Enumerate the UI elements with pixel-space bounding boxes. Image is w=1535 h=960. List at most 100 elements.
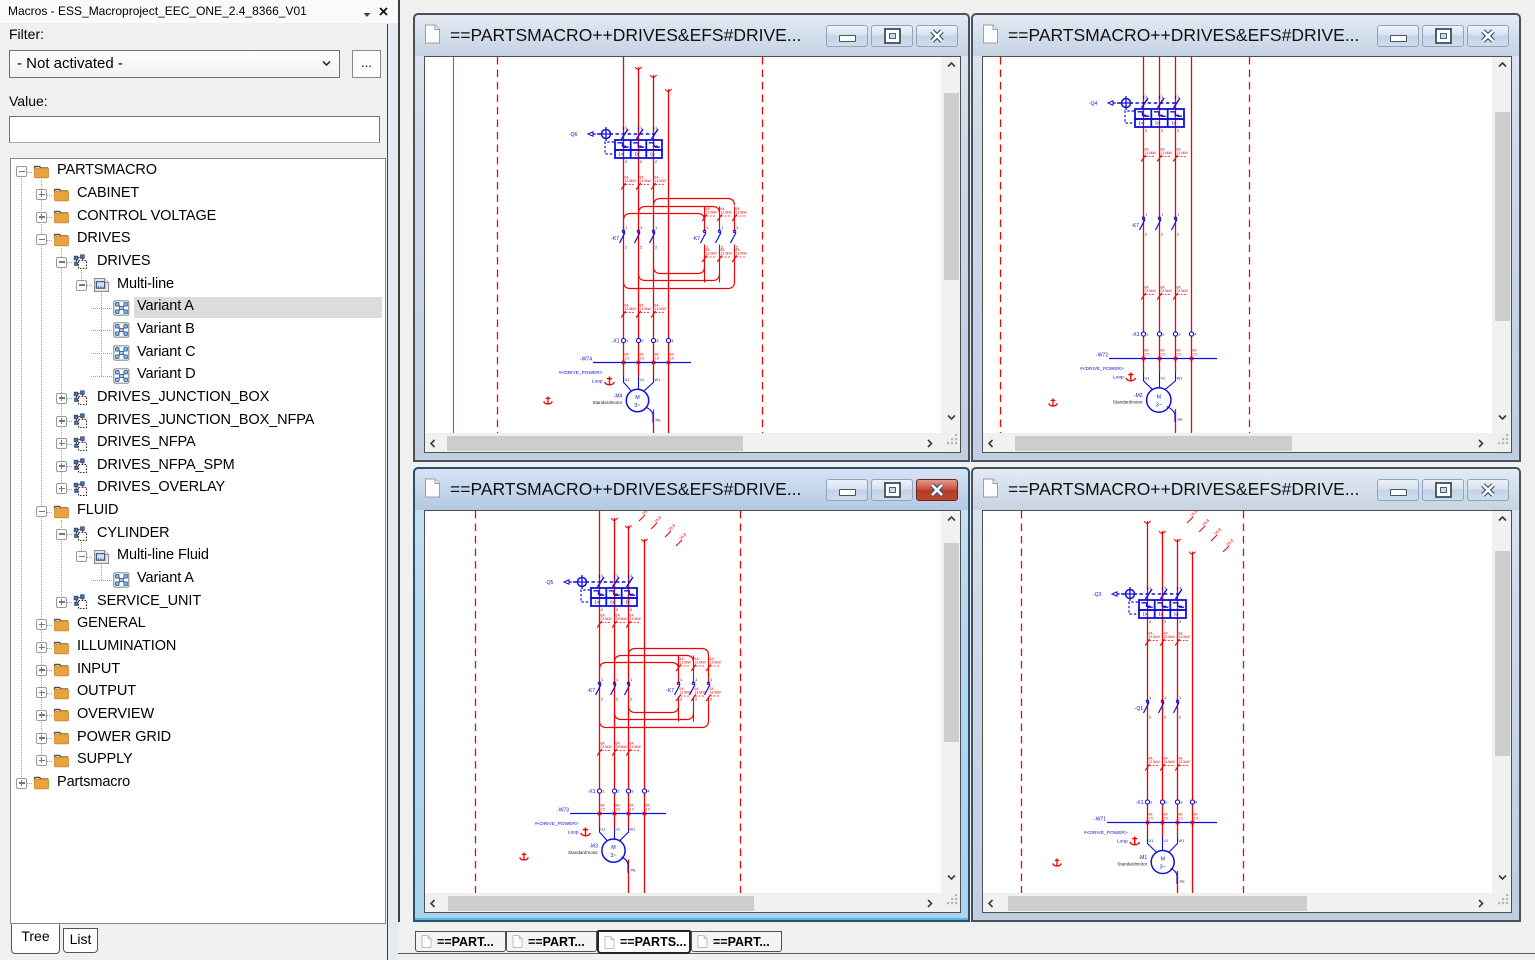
svg-text:M: M bbox=[1157, 395, 1162, 401]
svg-text:Standardmotor: Standardmotor bbox=[1113, 400, 1143, 405]
svg-text:1: 1 bbox=[680, 677, 683, 682]
svg-text:Standardmotor: Standardmotor bbox=[1117, 862, 1147, 867]
svg-text:2.5: 2.5 bbox=[630, 807, 635, 811]
svg-text:#<DRIVE_POWER>: #<DRIVE_POWER> bbox=[535, 821, 579, 827]
svg-text:3~: 3~ bbox=[634, 403, 640, 409]
svg-text:1: 1 bbox=[1179, 695, 1182, 700]
svg-text:-W72: -W72 bbox=[1096, 353, 1108, 359]
svg-text:2: 2 bbox=[601, 697, 604, 702]
svg-text:1: 1 bbox=[601, 677, 604, 682]
svg-text:Loop: Loop bbox=[1113, 375, 1124, 381]
svg-text:4: 4 bbox=[647, 789, 650, 794]
svg-text:13.5kW: 13.5kW bbox=[1179, 635, 1191, 639]
svg-text:13.5kW: 13.5kW bbox=[625, 307, 637, 311]
svg-text:M: M bbox=[1160, 857, 1165, 863]
svg-text:I>: I> bbox=[1155, 121, 1159, 127]
svg-text:2: 2 bbox=[617, 789, 620, 794]
svg-text:13.5kW: 13.5kW bbox=[706, 210, 718, 214]
svg-text:2.5: 2.5 bbox=[625, 356, 630, 360]
svg-text:2: 2 bbox=[1162, 332, 1165, 337]
svg-text:-K7: -K7 bbox=[692, 236, 700, 242]
svg-text:2: 2 bbox=[1161, 232, 1164, 237]
svg-text:U1: U1 bbox=[1149, 839, 1154, 843]
svg-text:1: 1 bbox=[625, 225, 628, 230]
svg-text:13.5kW: 13.5kW bbox=[655, 307, 667, 311]
svg-text:I>: I> bbox=[1172, 121, 1176, 127]
svg-text:I>: I> bbox=[610, 600, 614, 606]
svg-text:2.5: 2.5 bbox=[655, 356, 660, 360]
svg-text:#<DRIVE_POWER>: #<DRIVE_POWER> bbox=[1084, 830, 1128, 836]
svg-text:1: 1 bbox=[1145, 212, 1148, 217]
svg-text:13.5kW: 13.5kW bbox=[640, 307, 652, 311]
svg-text:U1: U1 bbox=[625, 378, 630, 382]
svg-text:2: 2 bbox=[1165, 800, 1168, 805]
svg-text:PE: PE bbox=[1178, 417, 1184, 422]
svg-text:-K7: -K7 bbox=[666, 688, 674, 694]
svg-text:I>: I> bbox=[1143, 612, 1147, 618]
svg-text:I>: I> bbox=[650, 152, 654, 158]
svg-text:4: 4 bbox=[1195, 800, 1198, 805]
svg-text:2: 2 bbox=[655, 245, 658, 250]
svg-text:13.5kW: 13.5kW bbox=[680, 690, 692, 694]
svg-text:13.5kW: 13.5kW bbox=[706, 251, 718, 255]
svg-text:-Q4: -Q4 bbox=[1089, 101, 1098, 107]
svg-text:I>: I> bbox=[619, 152, 623, 158]
svg-text:13.5kW: 13.5kW bbox=[1149, 635, 1161, 639]
svg-text:U1: U1 bbox=[1145, 376, 1150, 380]
svg-text:PE: PE bbox=[1180, 879, 1186, 884]
svg-text:3: 3 bbox=[1180, 800, 1183, 805]
svg-text:2: 2 bbox=[1179, 619, 1182, 624]
svg-text:13.5kW: 13.5kW bbox=[1164, 760, 1176, 764]
svg-text:3: 3 bbox=[1178, 332, 1181, 337]
svg-text:Standardmotor: Standardmotor bbox=[568, 850, 598, 855]
svg-text:-M3: -M3 bbox=[589, 844, 598, 850]
svg-text:05.8: 05.8 bbox=[667, 522, 677, 532]
svg-text:1: 1 bbox=[1149, 695, 1152, 700]
svg-text:05.8: 05.8 bbox=[1225, 537, 1235, 547]
svg-text:Loop: Loop bbox=[1117, 839, 1128, 845]
svg-text:1: 1 bbox=[1164, 695, 1167, 700]
svg-text:W1: W1 bbox=[630, 828, 636, 832]
svg-text:2.5: 2.5 bbox=[616, 807, 621, 811]
svg-text:05.8: 05.8 bbox=[1189, 511, 1199, 518]
svg-text:2.5: 2.5 bbox=[1149, 816, 1154, 820]
svg-text:I>: I> bbox=[1159, 612, 1163, 618]
svg-text:13.5kW: 13.5kW bbox=[1179, 760, 1191, 764]
svg-text:Loop: Loop bbox=[592, 379, 603, 385]
svg-text:2: 2 bbox=[1177, 232, 1180, 237]
svg-text:05.8: 05.8 bbox=[653, 514, 663, 524]
svg-text:1: 1 bbox=[640, 225, 643, 230]
svg-text:2.5: 2.5 bbox=[1193, 352, 1198, 356]
svg-text:1: 1 bbox=[630, 677, 633, 682]
svg-text:13.5kW: 13.5kW bbox=[1164, 635, 1176, 639]
svg-text:2: 2 bbox=[1149, 715, 1152, 720]
svg-text:I>: I> bbox=[1139, 121, 1143, 127]
svg-text:05.8: 05.8 bbox=[641, 511, 651, 516]
svg-text:1: 1 bbox=[602, 789, 605, 794]
svg-text:2: 2 bbox=[1145, 128, 1148, 133]
svg-text:-K7: -K7 bbox=[587, 688, 595, 694]
svg-text:M: M bbox=[611, 845, 616, 851]
svg-text:1: 1 bbox=[655, 225, 658, 230]
svg-text:1: 1 bbox=[1146, 332, 1149, 337]
svg-text:2: 2 bbox=[625, 245, 628, 250]
svg-text:2: 2 bbox=[1164, 715, 1167, 720]
svg-text:2: 2 bbox=[1177, 128, 1180, 133]
svg-text:13.5kW: 13.5kW bbox=[616, 745, 628, 749]
svg-text:2: 2 bbox=[1179, 715, 1182, 720]
svg-text:3~: 3~ bbox=[1160, 865, 1166, 871]
svg-text:2: 2 bbox=[1145, 232, 1148, 237]
svg-text:3: 3 bbox=[656, 338, 659, 343]
svg-text:-X1: -X1 bbox=[1132, 332, 1140, 338]
svg-text:3~: 3~ bbox=[610, 853, 616, 859]
svg-text:2: 2 bbox=[1149, 619, 1152, 624]
svg-text:I>: I> bbox=[635, 152, 639, 158]
svg-text:V1: V1 bbox=[1164, 839, 1169, 843]
svg-text:1: 1 bbox=[626, 338, 629, 343]
svg-text:-Q6: -Q6 bbox=[569, 132, 578, 138]
svg-text:05.8: 05.8 bbox=[1213, 526, 1223, 536]
svg-text:-Q5: -Q5 bbox=[545, 580, 554, 586]
svg-text:2.5: 2.5 bbox=[1145, 352, 1150, 356]
svg-text:V1: V1 bbox=[616, 828, 621, 832]
svg-text:#<DRIVE_POWER>: #<DRIVE_POWER> bbox=[559, 370, 603, 376]
